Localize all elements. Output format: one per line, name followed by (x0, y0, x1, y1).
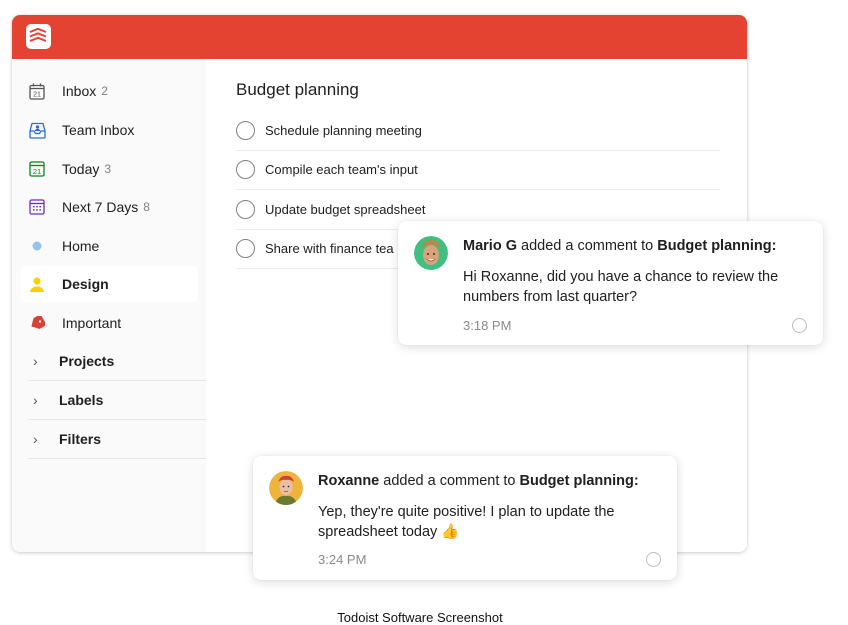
project-dot-icon (28, 237, 46, 255)
svg-text:21: 21 (33, 91, 41, 98)
comment-time: 3:24 PM (318, 552, 367, 567)
task-checkbox[interactable] (236, 239, 255, 258)
sidebar-item-home[interactable]: Home (20, 228, 198, 264)
sidebar-item-inbox[interactable]: 21 Inbox 2 (20, 73, 198, 109)
sidebar-item-team-inbox[interactable]: Team Inbox (20, 112, 198, 148)
task-label: Schedule planning meeting (265, 123, 422, 138)
sidebar-item-count: 2 (101, 84, 108, 98)
section-label: Labels (59, 392, 104, 408)
sidebar-item-count: 3 (104, 162, 112, 176)
project-title: Budget planning (236, 80, 359, 99)
resolve-circle-icon[interactable] (646, 552, 661, 567)
comment-target[interactable]: Budget planning: (520, 473, 639, 489)
task-checkbox[interactable] (236, 160, 255, 179)
chevron-right-icon: › (33, 392, 38, 408)
comment-notification: Roxanne added a comment to Budget planni… (253, 456, 677, 580)
sidebar-item-design[interactable]: Design (20, 266, 198, 302)
avatar (414, 236, 448, 270)
inbox-calendar-icon: 21 (28, 82, 46, 100)
task-checkbox[interactable] (236, 121, 255, 140)
team-inbox-icon (28, 121, 46, 139)
sidebar-section-labels[interactable]: › Labels (28, 381, 206, 420)
comment-author[interactable]: Roxanne (318, 473, 379, 489)
comment-body: Hi Roxanne, did you have a chance to rev… (463, 269, 779, 305)
comment-notification: Mario G added a comment to Budget planni… (398, 221, 823, 345)
resolve-circle-icon[interactable] (792, 318, 807, 333)
task-label: Update budget spreadsheet (265, 202, 426, 217)
top-bar (12, 15, 747, 59)
sidebar-item-label: Team Inbox (62, 122, 135, 138)
chevron-right-icon: › (33, 431, 38, 447)
today-calendar-icon: 21 (28, 160, 46, 178)
sidebar-item-label: Today (62, 161, 100, 177)
chevron-right-icon: › (33, 353, 38, 369)
comment-action: added a comment to (379, 473, 520, 489)
image-caption: Todoist Software Screenshot (337, 610, 503, 625)
section-label: Filters (59, 431, 102, 447)
sidebar: 21 Inbox 2 Team Inbox 21 Today 3 Next 7 … (12, 59, 206, 552)
comment-headline: Roxanne added a comment to Budget planni… (318, 473, 639, 489)
comment-action: added a comment to (516, 238, 658, 254)
sidebar-item-today[interactable]: 21 Today 3 (20, 151, 198, 187)
task-checkbox[interactable] (236, 200, 255, 219)
task-row[interactable]: Schedule planning meeting (236, 111, 720, 151)
sidebar-item-label: Inbox (62, 83, 97, 99)
upcoming-calendar-icon (28, 198, 46, 216)
task-row[interactable]: Compile each team's input (236, 150, 720, 190)
todoist-logo-icon[interactable] (26, 24, 51, 49)
person-icon (28, 275, 46, 293)
task-label: Share with finance tea (265, 241, 394, 256)
sidebar-item-next-7-days[interactable]: Next 7 Days 8 (20, 189, 198, 225)
comment-headline: Mario G added a comment to Budget planni… (463, 238, 776, 254)
sidebar-section-filters[interactable]: › Filters (28, 420, 206, 459)
task-label: Compile each team's input (265, 162, 418, 177)
comment-target[interactable]: Budget planning: (657, 238, 776, 254)
section-label: Projects (59, 353, 115, 369)
svg-text:21: 21 (33, 167, 41, 176)
comment-time: 3:18 PM (463, 318, 512, 333)
sidebar-section-projects[interactable]: › Projects (28, 342, 206, 381)
sidebar-item-count: 8 (143, 200, 150, 214)
sidebar-item-label: Home (62, 238, 100, 254)
label-tag-icon (28, 314, 46, 332)
sidebar-item-label: Next 7 Days (62, 199, 139, 215)
avatar (269, 471, 303, 505)
comment-author[interactable]: Mario G (463, 238, 517, 254)
comment-body: Yep, they're quite positive! I plan to u… (318, 504, 615, 540)
sidebar-item-label: Design (62, 276, 109, 292)
sidebar-item-important[interactable]: Important (20, 305, 198, 341)
sidebar-item-label: Important (62, 315, 122, 331)
